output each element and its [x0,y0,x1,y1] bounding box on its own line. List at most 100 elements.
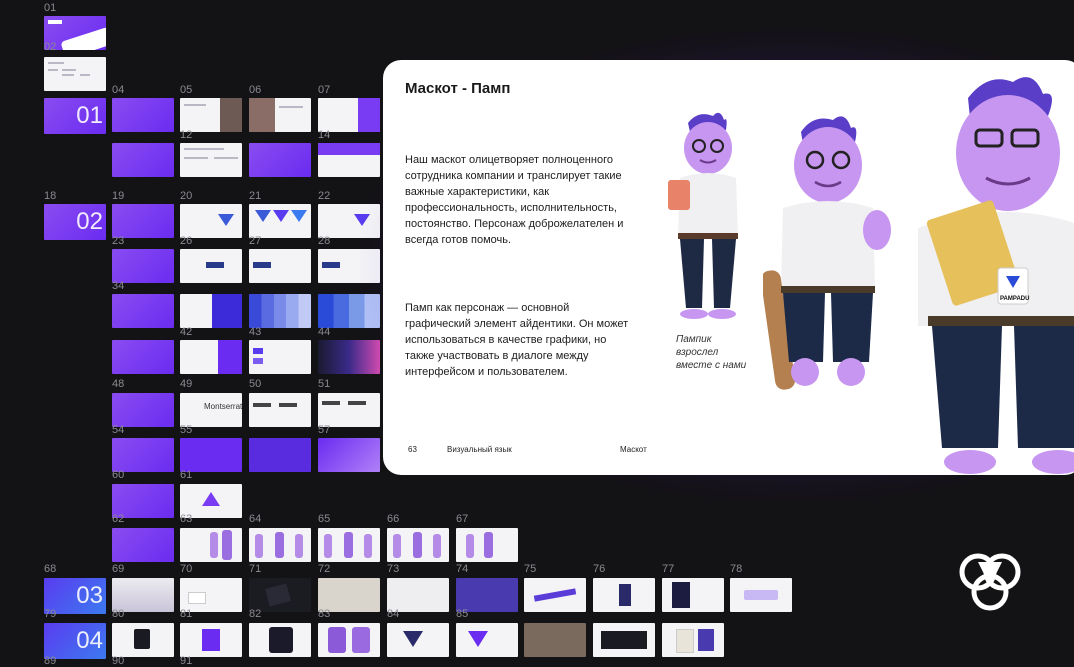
slide-thumbnail-74[interactable] [456,578,518,612]
slide-thumbnail-56[interactable] [249,438,311,472]
thumb-number: 90 [112,655,125,667]
slide-thumbnail-80[interactable] [112,623,174,657]
thumb-number: 19 [112,190,125,202]
slide-thumbnail-76[interactable] [593,578,655,612]
thumb-number: 63 [180,513,193,525]
slide-thumbnail-83[interactable] [318,623,380,657]
slide-thumbnail-06[interactable] [249,98,311,132]
slide-thumbnail-84[interactable] [387,623,449,657]
pampadu-logo-icon [959,553,1021,611]
slide-paragraph-2: Памп как персонаж — основной графический… [405,302,629,378]
thumb-number: 64 [249,513,262,525]
slide-thumbnail-55[interactable] [180,438,242,472]
thumb-number: 23 [112,235,125,247]
thumb-number: 68 [44,563,57,575]
thumb-number: 61 [180,469,193,481]
thumb-number: 48 [112,378,125,390]
slide-thumbnail-62[interactable] [112,528,174,562]
footer-page-number: 63 [408,445,417,454]
slide-thumbnail-64[interactable] [249,528,311,562]
thumb-number: 65 [318,513,331,525]
slide-thumbnail-72[interactable] [318,578,380,612]
slide-thumbnail-48[interactable] [112,393,174,427]
slide-thumbnail-66[interactable] [387,528,449,562]
slide-thumbnail-02[interactable] [44,57,106,91]
thumb-number: 54 [112,424,125,436]
thumb-number: 04 [112,84,125,96]
slide-thumbnail-65[interactable] [318,528,380,562]
thumb-number: 83 [318,608,331,620]
slide-thumbnail-75[interactable] [524,578,586,612]
section-number: 02 [76,208,103,235]
thumb-number: 67 [456,513,469,525]
slide-thumbnail-87[interactable] [593,623,655,657]
slide-thumbnail-85[interactable] [456,623,518,657]
thumb-number: 74 [456,563,469,575]
thumb-number: 05 [180,84,193,96]
slide-thumbnail-77[interactable] [662,578,724,612]
thumb-number: 84 [387,608,400,620]
section-number: 04 [76,627,103,654]
thumb-number: 69 [112,563,125,575]
slide-thumbnail-11[interactable] [112,143,174,177]
section-thumbnail-02[interactable]: 02 [44,204,106,240]
section-thumbnail-04[interactable]: 04 [44,623,106,659]
thumb-number: 20 [180,190,193,202]
thumb-number: 28 [318,235,331,247]
slide-thumbnail-19[interactable] [112,204,174,238]
mascot-caption: Пампик взрослел вместе с нами [676,334,747,371]
slide-thumbnail-27[interactable] [249,249,311,283]
slide-thumbnail-63[interactable] [180,528,242,562]
thumb-number: 82 [249,608,262,620]
slide-thumbnail-71[interactable] [249,578,311,612]
slide-thumbnail-43[interactable] [249,340,311,374]
thumb-number: 06 [249,84,262,96]
thumb-number: 49 [180,378,193,390]
slide-thumbnail-49[interactable]: Montserrat [180,393,242,427]
thumb-number: 14 [318,129,331,141]
slide-thumbnail-12[interactable] [180,143,242,177]
slide-thumbnail-35[interactable] [180,294,242,328]
slide-thumbnail-42[interactable] [180,340,242,374]
thumb-number: 27 [249,235,262,247]
slide-thumbnail-88[interactable] [662,623,724,657]
thumb-number: 18 [44,190,57,202]
thumb-number: 60 [112,469,125,481]
footer-section: Визуальный язык [447,445,512,454]
slide-thumbnail-41[interactable] [112,340,174,374]
slide-thumbnail-82[interactable] [249,623,311,657]
thumb-number: 78 [730,563,743,575]
slide-thumbnail-70[interactable] [180,578,242,612]
thumb-number: 51 [318,378,331,390]
thumb-number: 71 [249,563,262,575]
slide-thumbnail-36[interactable] [249,294,311,328]
slide-thumbnail-69[interactable] [112,578,174,612]
thumb-number: 77 [662,563,675,575]
slide-thumbnail-23[interactable] [112,249,174,283]
badge-text: PAMPADU [1000,296,1029,302]
thumb-number: 34 [112,280,125,292]
slide-thumbnail-86[interactable] [524,623,586,657]
thumb-number: 57 [318,424,331,436]
thumb-number: 79 [44,608,57,620]
slide-thumbnail-34[interactable] [112,294,174,328]
slide-thumbnail-73[interactable] [387,578,449,612]
slide-thumbnail-26[interactable] [180,249,242,283]
slide-thumbnail-05[interactable] [180,98,242,132]
thumb-number: 43 [249,326,262,338]
font-sample-text: Montserrat [204,402,242,411]
slide-thumbnail-21[interactable] [249,204,311,238]
slide-thumbnail-78[interactable] [730,578,792,612]
slide-card[interactable]: Маскот - Памп Наш маскот олицетворяет по… [383,60,1074,475]
slide-thumbnail-13[interactable] [249,143,311,177]
slide-thumbnail-54[interactable] [112,438,174,472]
thumb-number: 72 [318,563,331,575]
slide-thumbnail-50[interactable] [249,393,311,427]
slide-thumbnail-04[interactable] [112,98,174,132]
mascot-large-image: PAMPADU [918,77,1074,474]
section-thumbnail-01[interactable]: 01 [44,98,106,134]
slide-thumbnail-67[interactable] [456,528,518,562]
slide-thumbnail-20[interactable] [180,204,242,238]
slide-thumbnail-81[interactable] [180,623,242,657]
slide-title: Маскот - Памп [405,80,511,97]
